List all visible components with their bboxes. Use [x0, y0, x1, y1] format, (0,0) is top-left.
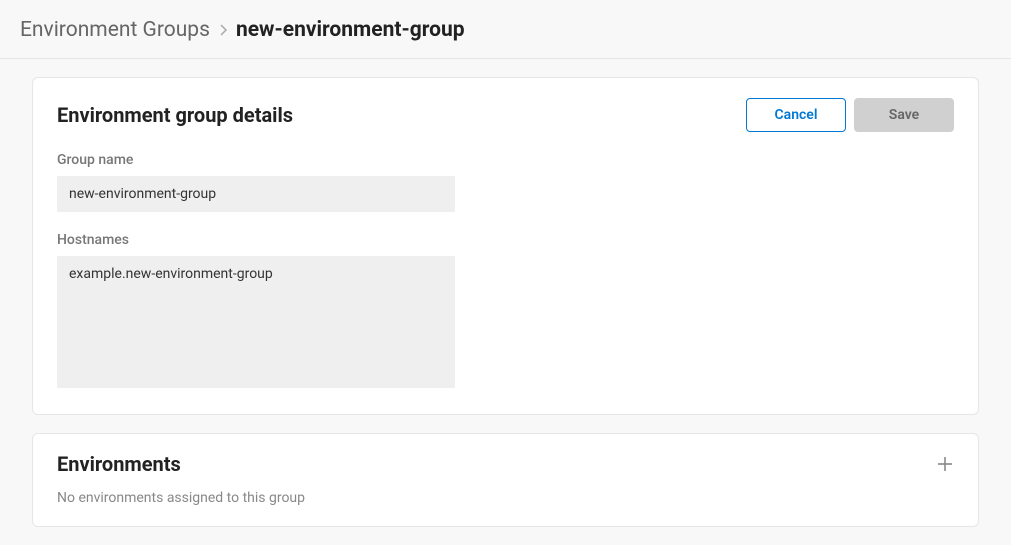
- environments-title: Environments: [57, 452, 181, 476]
- environments-card: Environments No environments assigned to…: [32, 433, 979, 527]
- details-card-header: Environment group details Cancel Save: [57, 98, 954, 132]
- group-name-input[interactable]: [57, 176, 455, 212]
- save-button[interactable]: Save: [854, 98, 954, 132]
- hostnames-field: Hostnames: [57, 232, 954, 392]
- breadcrumb: Environment Groups new-environment-group: [20, 18, 991, 42]
- breadcrumb-current: new-environment-group: [236, 18, 465, 42]
- details-card: Environment group details Cancel Save Gr…: [32, 77, 979, 415]
- page-content: Environment group details Cancel Save Gr…: [0, 59, 1011, 545]
- hostnames-input[interactable]: [57, 256, 455, 388]
- group-name-field: Group name: [57, 152, 954, 212]
- breadcrumb-root-link[interactable]: Environment Groups: [20, 18, 210, 42]
- details-actions: Cancel Save: [746, 98, 954, 132]
- environments-empty-text: No environments assigned to this group: [57, 490, 954, 506]
- details-title: Environment group details: [57, 103, 293, 127]
- environments-header: Environments: [57, 452, 954, 476]
- chevron-right-icon: [218, 23, 228, 37]
- add-environment-button[interactable]: [936, 455, 954, 473]
- page-header: Environment Groups new-environment-group: [0, 0, 1011, 59]
- cancel-button[interactable]: Cancel: [746, 98, 846, 132]
- group-name-label: Group name: [57, 152, 954, 168]
- hostnames-label: Hostnames: [57, 232, 954, 248]
